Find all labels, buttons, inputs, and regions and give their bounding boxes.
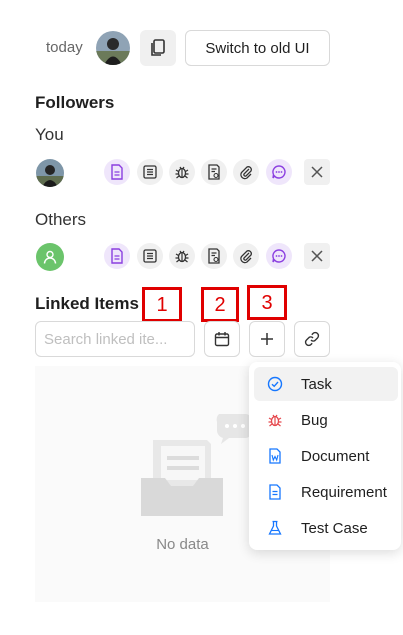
menu-item-requirement[interactable]: Requirement [254,475,398,509]
link-button[interactable] [294,321,330,357]
comment-icon [272,249,286,263]
others-doc-toggle[interactable] [104,243,130,269]
copy-icon [151,39,165,56]
switch-old-ui-button[interactable]: Switch to old UI [185,30,330,66]
others-list-toggle[interactable] [137,243,163,269]
task-check-icon [265,374,285,394]
others-attachment-toggle[interactable] [233,243,259,269]
date-label: today [46,39,83,56]
others-avatar [36,243,64,271]
comment-follow-toggle[interactable] [266,159,292,185]
bug-icon [265,410,285,430]
menu-item-test-case[interactable]: Test Case [254,511,398,545]
document-icon [111,248,123,264]
calendar-button[interactable] [204,321,240,357]
test-plan-icon [208,248,220,264]
empty-inbox-illustration [141,410,253,520]
doc-follow-toggle[interactable] [104,159,130,185]
others-label: Others [35,210,87,229]
others-comment-toggle[interactable] [266,243,292,269]
list-icon [143,249,157,263]
link-icon [304,331,320,347]
calendar-icon [214,332,230,347]
you-label: You [35,125,64,144]
annotation-marker-1: 1 [142,287,182,322]
linked-items-search-input[interactable] [35,321,195,357]
remove-you-button[interactable] [304,159,330,185]
menu-item-document[interactable]: Document [254,439,398,473]
avatar[interactable] [96,31,130,65]
paperclip-icon [240,250,252,264]
copy-button[interactable] [140,30,176,66]
menu-item-task[interactable]: Task [254,367,398,401]
others-bug-toggle[interactable] [169,243,195,269]
add-item-dropdown-menu: Task Bug Document Requirement Test Case [249,362,401,550]
test-plan-icon [208,164,220,180]
list-follow-toggle[interactable] [137,159,163,185]
linked-items-title: Linked Items [35,294,139,313]
bug-follow-toggle[interactable] [169,159,195,185]
user-icon [43,250,57,264]
followers-title: Followers [35,93,115,112]
plus-icon [261,333,273,345]
menu-item-bug[interactable]: Bug [254,403,398,437]
remove-others-button[interactable] [304,243,330,269]
close-icon [311,250,323,262]
others-testplan-toggle[interactable] [201,243,227,269]
bug-icon [175,250,189,263]
attachment-follow-toggle[interactable] [233,159,259,185]
paperclip-icon [240,166,252,180]
annotation-marker-2: 2 [201,287,239,322]
flask-icon [265,518,285,538]
testplan-follow-toggle[interactable] [201,159,227,185]
document-icon [111,164,123,180]
word-document-icon [265,446,285,466]
comment-icon [272,165,286,179]
add-linked-item-button[interactable] [249,321,285,357]
requirement-doc-icon [265,482,285,502]
bug-icon [175,166,189,179]
you-avatar [36,159,64,187]
list-icon [143,165,157,179]
close-icon [311,166,323,178]
annotation-marker-3: 3 [247,285,287,320]
